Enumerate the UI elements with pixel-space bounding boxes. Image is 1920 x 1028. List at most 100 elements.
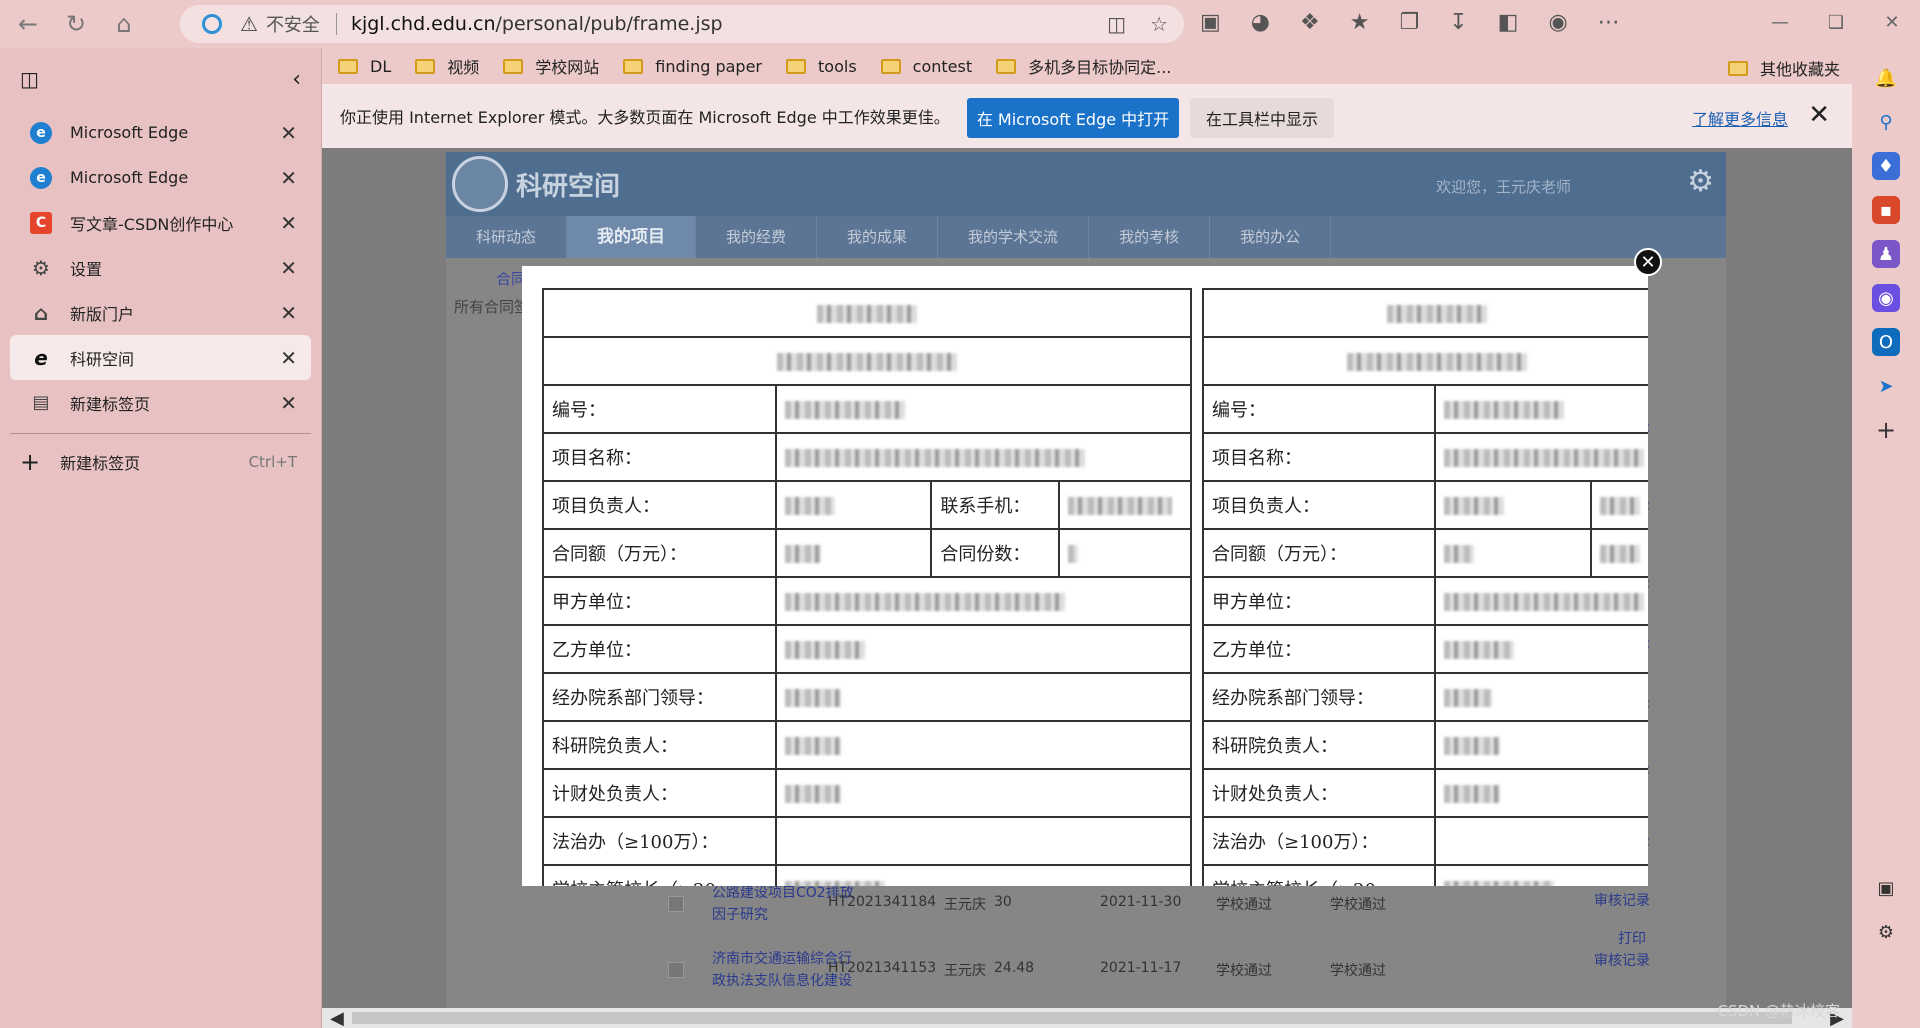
tab-microsoft-edge-2[interactable]: e Microsoft Edge ✕ [10, 155, 311, 200]
split-screen-icon[interactable]: ▣ [1200, 10, 1221, 35]
insecure-label[interactable]: 不安全 [266, 11, 320, 37]
label-research-head: 科研院负责人： [542, 720, 777, 770]
folder-icon [996, 58, 1017, 74]
collections-icon[interactable]: ❐ [1399, 10, 1419, 35]
close-icon[interactable]: ✕ [280, 256, 297, 280]
nav-item[interactable]: 我的考核 [1089, 216, 1211, 258]
bookmark-folder[interactable]: 多机多目标协同定... [996, 54, 1171, 78]
label-phone: 联系手机： [930, 480, 1061, 530]
new-tab-button[interactable]: + 新建标签页 Ctrl+T [0, 442, 321, 482]
label-amount: 合同额（万元）： [1201, 528, 1437, 578]
bookmark-label: 视频 [447, 58, 480, 77]
bookmark-folder[interactable]: DL [338, 57, 391, 76]
status: 学校通过 [1216, 897, 1272, 913]
minimize-icon[interactable]: — [1752, 0, 1808, 44]
learn-more-link[interactable]: 了解更多信息 [1692, 106, 1788, 130]
shopping-icon[interactable]: ♦ [1872, 152, 1900, 180]
send-icon[interactable]: ➤ [1872, 372, 1900, 400]
search-icon[interactable]: ⚲ [1872, 108, 1900, 136]
bookmark-folder[interactable]: tools [786, 57, 857, 76]
status: 学校通过 [1330, 963, 1386, 979]
bookmark-folder[interactable]: 视频 [415, 54, 479, 78]
value-blurred [1434, 576, 1648, 626]
bell-icon[interactable]: 🔔 [1872, 64, 1900, 92]
refresh-icon[interactable]: ↻ [56, 4, 96, 44]
more-icon[interactable]: ⋯ [1598, 10, 1620, 35]
nav-item[interactable]: 我的经费 [696, 216, 818, 258]
tools-icon[interactable]: ▪ [1872, 196, 1900, 224]
tab-microsoft-edge-1[interactable]: e Microsoft Edge ✕ [10, 110, 311, 155]
office-icon[interactable]: ◉ [1872, 284, 1900, 312]
close-icon[interactable]: ✕ [280, 211, 297, 235]
close-window-icon[interactable]: ✕ [1864, 0, 1920, 44]
open-in-edge-button[interactable]: 在 Microsoft Edge 中打开 [967, 98, 1179, 138]
label-leader: 项目负责人： [542, 480, 777, 530]
row-checkbox[interactable] [668, 896, 684, 912]
modal-close-icon[interactable]: ✕ [1634, 248, 1662, 276]
table-row: 公路建设项目CO2排放因子研究 HT2021341184 王元庆 30 2021… [668, 882, 1588, 944]
settings-icon[interactable]: ⚙ [1872, 918, 1900, 946]
profile-icon[interactable]: ◉ [1548, 10, 1567, 35]
label-party-b: 乙方单位： [542, 624, 777, 674]
close-icon[interactable]: ✕ [280, 301, 297, 325]
folder-icon [338, 58, 358, 74]
value-blurred [1590, 528, 1648, 578]
audit-link[interactable]: 审核记录 [1594, 890, 1650, 910]
row-checkbox[interactable] [668, 962, 684, 978]
scroll-thumb[interactable] [352, 1012, 1792, 1024]
games-icon[interactable]: ♟ [1872, 240, 1900, 268]
label-vp: 学校主管校长（≥20 [542, 864, 777, 886]
tab-new-tab[interactable]: ▤ 新建标签页 ✕ [10, 380, 311, 425]
reader-view-icon[interactable]: ◫ [1107, 12, 1126, 36]
nav-item-active[interactable]: 我的项目 [567, 216, 697, 258]
audit-link[interactable]: 审核记录 [1594, 950, 1650, 970]
bookmark-folder[interactable]: finding paper [623, 57, 762, 76]
outlook-icon[interactable]: O [1872, 328, 1900, 356]
ie-icon: e [34, 345, 48, 370]
extensions-icon[interactable]: ❖ [1300, 10, 1320, 35]
favorite-star-icon[interactable]: ☆ [1150, 12, 1168, 36]
back-icon[interactable]: ← [8, 4, 48, 44]
screenshot-icon[interactable]: ▣ [1872, 874, 1900, 902]
home-icon: ⌂ [33, 300, 49, 325]
other-favorites[interactable]: 其他收藏夹 [1727, 56, 1840, 80]
edge-icon: e [30, 166, 52, 189]
horizontal-scrollbar[interactable]: ◀ ▶ [322, 1008, 1852, 1028]
nav-item[interactable]: 科研动态 [446, 216, 568, 258]
tab-research-space[interactable]: e 科研空间 ✕ [10, 335, 311, 380]
warning-icon: ⚠ [240, 12, 258, 36]
url-text[interactable]: kjgl.chd.edu.cn/personal/pub/frame.jsp [351, 13, 723, 35]
restore-icon[interactable]: ❑ [1808, 0, 1864, 44]
download-icon[interactable]: ↧ [1449, 10, 1467, 35]
print-link[interactable]: 打印 [1618, 928, 1646, 948]
folder-icon [880, 58, 901, 74]
value-blurred [774, 768, 1193, 818]
close-icon[interactable]: ✕ [280, 166, 297, 190]
gear-icon[interactable]: ⚙ [1687, 164, 1714, 199]
nav-item[interactable]: 我的成果 [817, 216, 939, 258]
close-icon[interactable]: ✕ [280, 121, 297, 145]
ie-mode-icon[interactable] [202, 14, 222, 34]
bookmark-folder[interactable]: contest [880, 57, 972, 76]
nav-item[interactable]: 我的办公 [1210, 216, 1332, 258]
close-icon[interactable]: ✕ [280, 391, 297, 415]
bookmark-folder[interactable]: 学校网站 [503, 54, 599, 78]
tab-label: Microsoft Edge [70, 168, 189, 187]
ie-reload-icon[interactable]: ◕ [1251, 10, 1270, 35]
scroll-left-icon[interactable]: ◀ [330, 1008, 344, 1028]
tab-settings[interactable]: ⚙ 设置 ✕ [10, 245, 311, 290]
collapse-sidebar-icon[interactable]: ‹ [292, 67, 301, 92]
form-title-blurred [1202, 288, 1648, 338]
address-bar[interactable]: ⚠ 不安全 kjgl.chd.edu.cn/personal/pub/frame… [180, 5, 1184, 43]
tab-portal[interactable]: ⌂ 新版门户 ✕ [10, 290, 311, 335]
close-icon[interactable]: ✕ [280, 346, 297, 370]
home-icon[interactable]: ⌂ [104, 4, 144, 44]
tab-actions-icon[interactable]: ◫ [20, 67, 39, 91]
sidebar-toggle-icon[interactable]: ◧ [1498, 10, 1519, 35]
close-icon[interactable]: ✕ [1808, 100, 1830, 130]
show-in-toolbar-button[interactable]: 在工具栏中显示 [1190, 98, 1334, 138]
nav-item[interactable]: 我的学术交流 [938, 216, 1090, 258]
tab-csdn[interactable]: C 写文章-CSDN创作中心 ✕ [10, 200, 311, 245]
favorites-icon[interactable]: ★ [1350, 10, 1370, 35]
add-icon[interactable]: + [1872, 416, 1900, 444]
